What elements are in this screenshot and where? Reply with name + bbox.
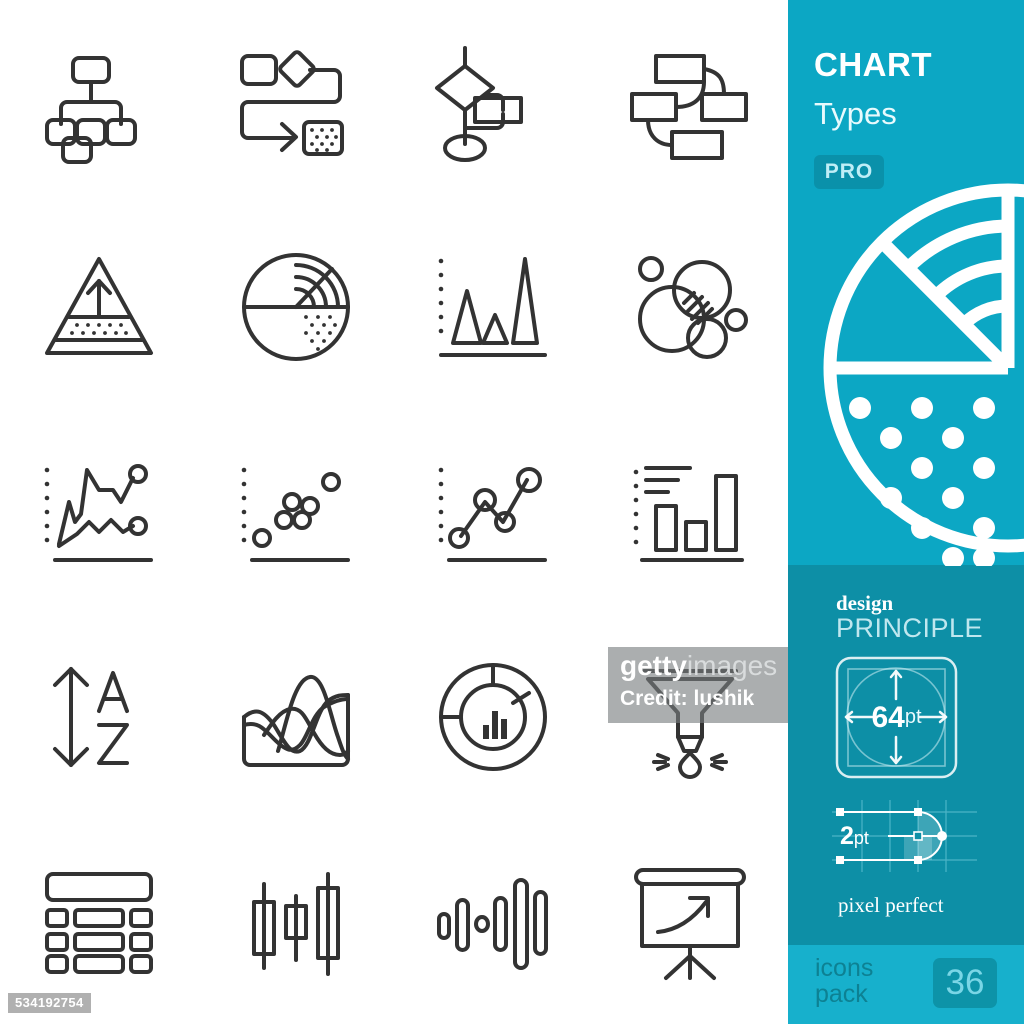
line-chart-markers-icon	[438, 466, 547, 562]
pixel-perfect-label: pixel perfect	[838, 893, 944, 917]
scatter-plot-icon	[241, 467, 350, 562]
size-diagram: 64 pt	[834, 655, 959, 780]
presentation-chart-icon	[633, 867, 746, 980]
getty-brand: gettyimages	[620, 650, 778, 682]
process-flow-chart-icon	[239, 50, 344, 157]
data-table-icon	[44, 871, 153, 974]
icon-cell-flowchart-decision[interactable]	[394, 0, 591, 205]
design-label: design	[836, 591, 894, 615]
icon-cell-line-chart-markers[interactable]	[394, 410, 591, 615]
icon-cell-organization-chart[interactable]	[0, 0, 197, 205]
icon-count-badge: 36	[933, 958, 997, 1008]
stroke-unit: pt	[853, 828, 869, 848]
icon-cell-donut-chart[interactable]	[394, 614, 591, 819]
icons-pack-line1: icons	[815, 954, 874, 982]
icons-pack-line2: pack	[815, 980, 868, 1009]
candlestick-chart-icon	[251, 871, 340, 976]
hero-pie-graphic	[812, 176, 1024, 566]
icon-cell-area-chart[interactable]	[0, 410, 197, 615]
screenshot-root: CHART Types PRO design PRINCIPLE 64 pt 2…	[0, 0, 1024, 1024]
sort-az-icon	[52, 666, 129, 767]
getty-brand-light: images	[686, 650, 778, 681]
area-chart-icon	[44, 463, 153, 562]
icon-cell-stream-graph[interactable]	[197, 614, 394, 819]
icon-cell-process-flow-chart[interactable]	[197, 0, 394, 205]
side-panel: CHART Types PRO design PRINCIPLE 64 pt 2…	[788, 0, 1024, 1024]
stream-graph-icon	[241, 674, 350, 767]
stroke-value-text: 2pt	[840, 822, 869, 851]
icon-cell-network-diagram[interactable]	[591, 0, 788, 205]
asset-id-label: 534192754	[8, 993, 91, 1013]
icon-cell-bar-chart[interactable]	[591, 410, 788, 615]
icon-cell-pie-chart[interactable]	[197, 205, 394, 410]
icon-cell-bubble-chart[interactable]	[591, 205, 788, 410]
icon-cell-candlestick-chart[interactable]	[197, 819, 394, 1024]
principle-label: PRINCIPLE	[836, 613, 984, 643]
bar-chart-icon	[633, 465, 744, 562]
icon-cell-pyramid-chart[interactable]	[0, 205, 197, 410]
getty-brand-bold: getty	[620, 650, 687, 681]
triangle-bar-chart-icon	[438, 257, 547, 358]
pyramid-chart-icon	[44, 257, 153, 356]
icon-cell-sort-az[interactable]	[0, 614, 197, 819]
column-sparkline-icon	[436, 877, 548, 970]
pie-chart-icon	[241, 253, 350, 362]
bubble-chart-icon	[637, 256, 748, 360]
getty-watermark: gettyimages Credit: lushik	[608, 647, 788, 723]
pie-chart-hero-icon	[823, 183, 1024, 566]
panel-title: CHART	[814, 46, 932, 83]
flowchart-decision-icon	[434, 46, 523, 163]
watermark-credit: Credit: lushik	[620, 687, 755, 710]
icon-cell-scatter-plot[interactable]	[197, 410, 394, 615]
donut-chart-icon	[438, 662, 547, 771]
size-diagram-icon	[835, 656, 958, 779]
icon-cell-presentation-chart[interactable]	[591, 819, 788, 1024]
organization-chart-icon	[44, 56, 137, 165]
network-diagram-icon	[629, 54, 748, 161]
icon-cell-column-sparkline[interactable]	[394, 819, 591, 1024]
icons-pack-label: icons pack	[815, 955, 873, 1008]
icon-cell-triangle-bar-chart[interactable]	[394, 205, 591, 410]
panel-subtitle: Types	[814, 96, 897, 131]
icon-grid	[0, 0, 788, 1024]
stroke-value: 2	[840, 822, 854, 850]
